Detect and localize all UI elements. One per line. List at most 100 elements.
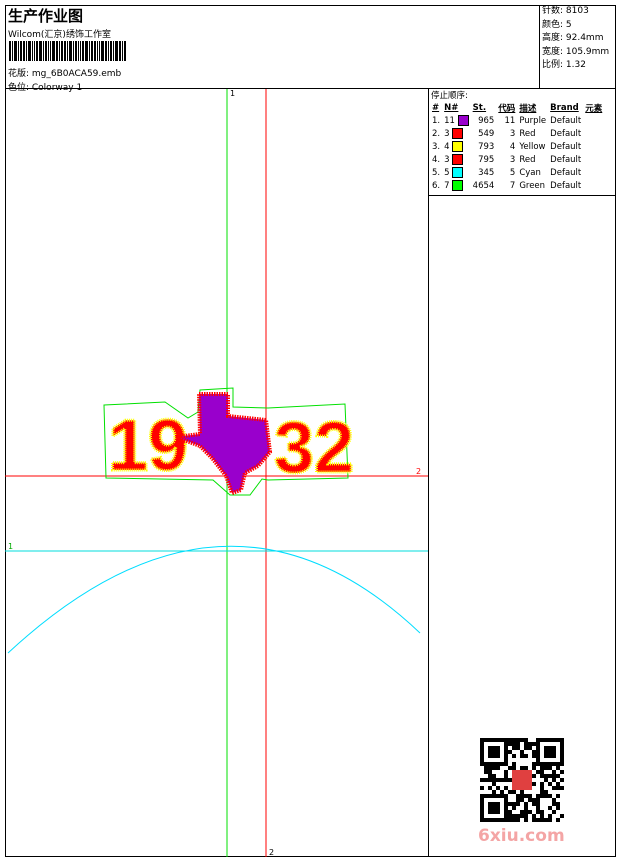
qr-module <box>524 802 528 806</box>
qr-module <box>544 746 548 750</box>
column-header: # <box>432 103 440 113</box>
qr-module <box>516 794 520 798</box>
qr-module <box>524 810 528 814</box>
qr-module <box>492 790 496 794</box>
qr-module <box>540 790 544 794</box>
qr-module <box>512 790 516 794</box>
qr-module <box>528 746 532 750</box>
qr-module <box>492 810 496 814</box>
qr-module <box>508 802 512 806</box>
qr-module <box>544 794 548 798</box>
qr-module <box>540 810 544 814</box>
qr-module <box>552 770 556 774</box>
qr-module <box>548 794 552 798</box>
qr-module <box>524 754 528 758</box>
qr-module <box>528 798 532 802</box>
qr-module <box>532 766 536 770</box>
qr-module <box>552 778 556 782</box>
qr-module <box>544 750 548 754</box>
qr-module <box>512 742 516 746</box>
qr-module <box>504 750 508 754</box>
qr-module <box>480 750 484 754</box>
qr-module <box>524 738 528 742</box>
color-swatch <box>452 128 464 139</box>
description: Green <box>519 180 546 191</box>
qr-module <box>532 782 536 786</box>
qr-module <box>492 766 496 770</box>
qr-module <box>508 742 512 746</box>
qr-module <box>480 786 484 790</box>
qr-module <box>552 802 556 806</box>
qr-module <box>552 746 556 750</box>
brand: Default <box>550 180 582 191</box>
qr-module <box>492 774 496 778</box>
qr-module <box>544 754 548 758</box>
description: Cyan <box>519 167 541 178</box>
qr-module <box>560 742 564 746</box>
qr-module <box>500 738 504 742</box>
qr-module <box>492 782 496 786</box>
qr-module <box>504 814 508 818</box>
column-header: N# <box>444 103 459 113</box>
brand: Default <box>550 128 582 139</box>
qr-module <box>552 810 556 814</box>
qr-module <box>496 802 500 806</box>
qr-module <box>556 802 560 806</box>
qr-module <box>496 778 500 782</box>
qr-module <box>504 754 508 758</box>
qr-module <box>548 814 552 818</box>
color-swatch <box>452 154 464 165</box>
qr-module <box>524 766 528 770</box>
qr-module <box>484 738 488 742</box>
qr-module <box>480 802 484 806</box>
qr-module <box>536 758 540 762</box>
row-index: 4. <box>432 154 441 165</box>
qr-module <box>512 762 516 766</box>
qr-module <box>560 758 564 762</box>
qr-module <box>488 778 492 782</box>
needle-number: 7 <box>444 181 450 191</box>
qr-module <box>544 766 548 770</box>
qr-module <box>520 750 524 754</box>
qr-module <box>496 738 500 742</box>
qr-module <box>556 762 560 766</box>
qr-module <box>552 774 556 778</box>
row-index: 2. <box>432 128 441 139</box>
qr-module <box>504 770 508 774</box>
qr-module <box>556 818 560 822</box>
qr-module <box>532 742 536 746</box>
qr-module <box>560 750 564 754</box>
qr-module <box>512 818 516 822</box>
qr-module <box>504 758 508 762</box>
qr-module <box>496 810 500 814</box>
stitches: 345 <box>478 167 495 178</box>
qr-module <box>504 798 508 802</box>
stitches: 965 <box>478 115 495 126</box>
qr-module <box>484 818 488 822</box>
qr-module <box>532 802 536 806</box>
qr-module <box>556 738 560 742</box>
color-swatch <box>452 167 464 178</box>
qr-module <box>520 754 524 758</box>
qr-module <box>540 770 544 774</box>
description: Yellow <box>519 141 546 152</box>
qr-module <box>544 738 548 742</box>
qr-module <box>552 786 556 790</box>
qr-module <box>520 790 524 794</box>
watermark: 6xiu.com <box>478 826 565 846</box>
qr-module <box>560 762 564 766</box>
qr-module <box>520 810 524 814</box>
brand: Default <box>550 154 582 165</box>
qr-module <box>552 754 556 758</box>
qr-module <box>536 762 540 766</box>
qr-module <box>540 774 544 778</box>
qr-module <box>536 802 540 806</box>
element <box>583 127 604 140</box>
qr-module <box>504 778 508 782</box>
qr-module <box>488 794 492 798</box>
qr-module <box>512 754 516 758</box>
qr-module <box>560 814 564 818</box>
qr-module <box>520 798 524 802</box>
row-index: 6. <box>432 180 441 191</box>
description: Purple <box>519 115 547 126</box>
